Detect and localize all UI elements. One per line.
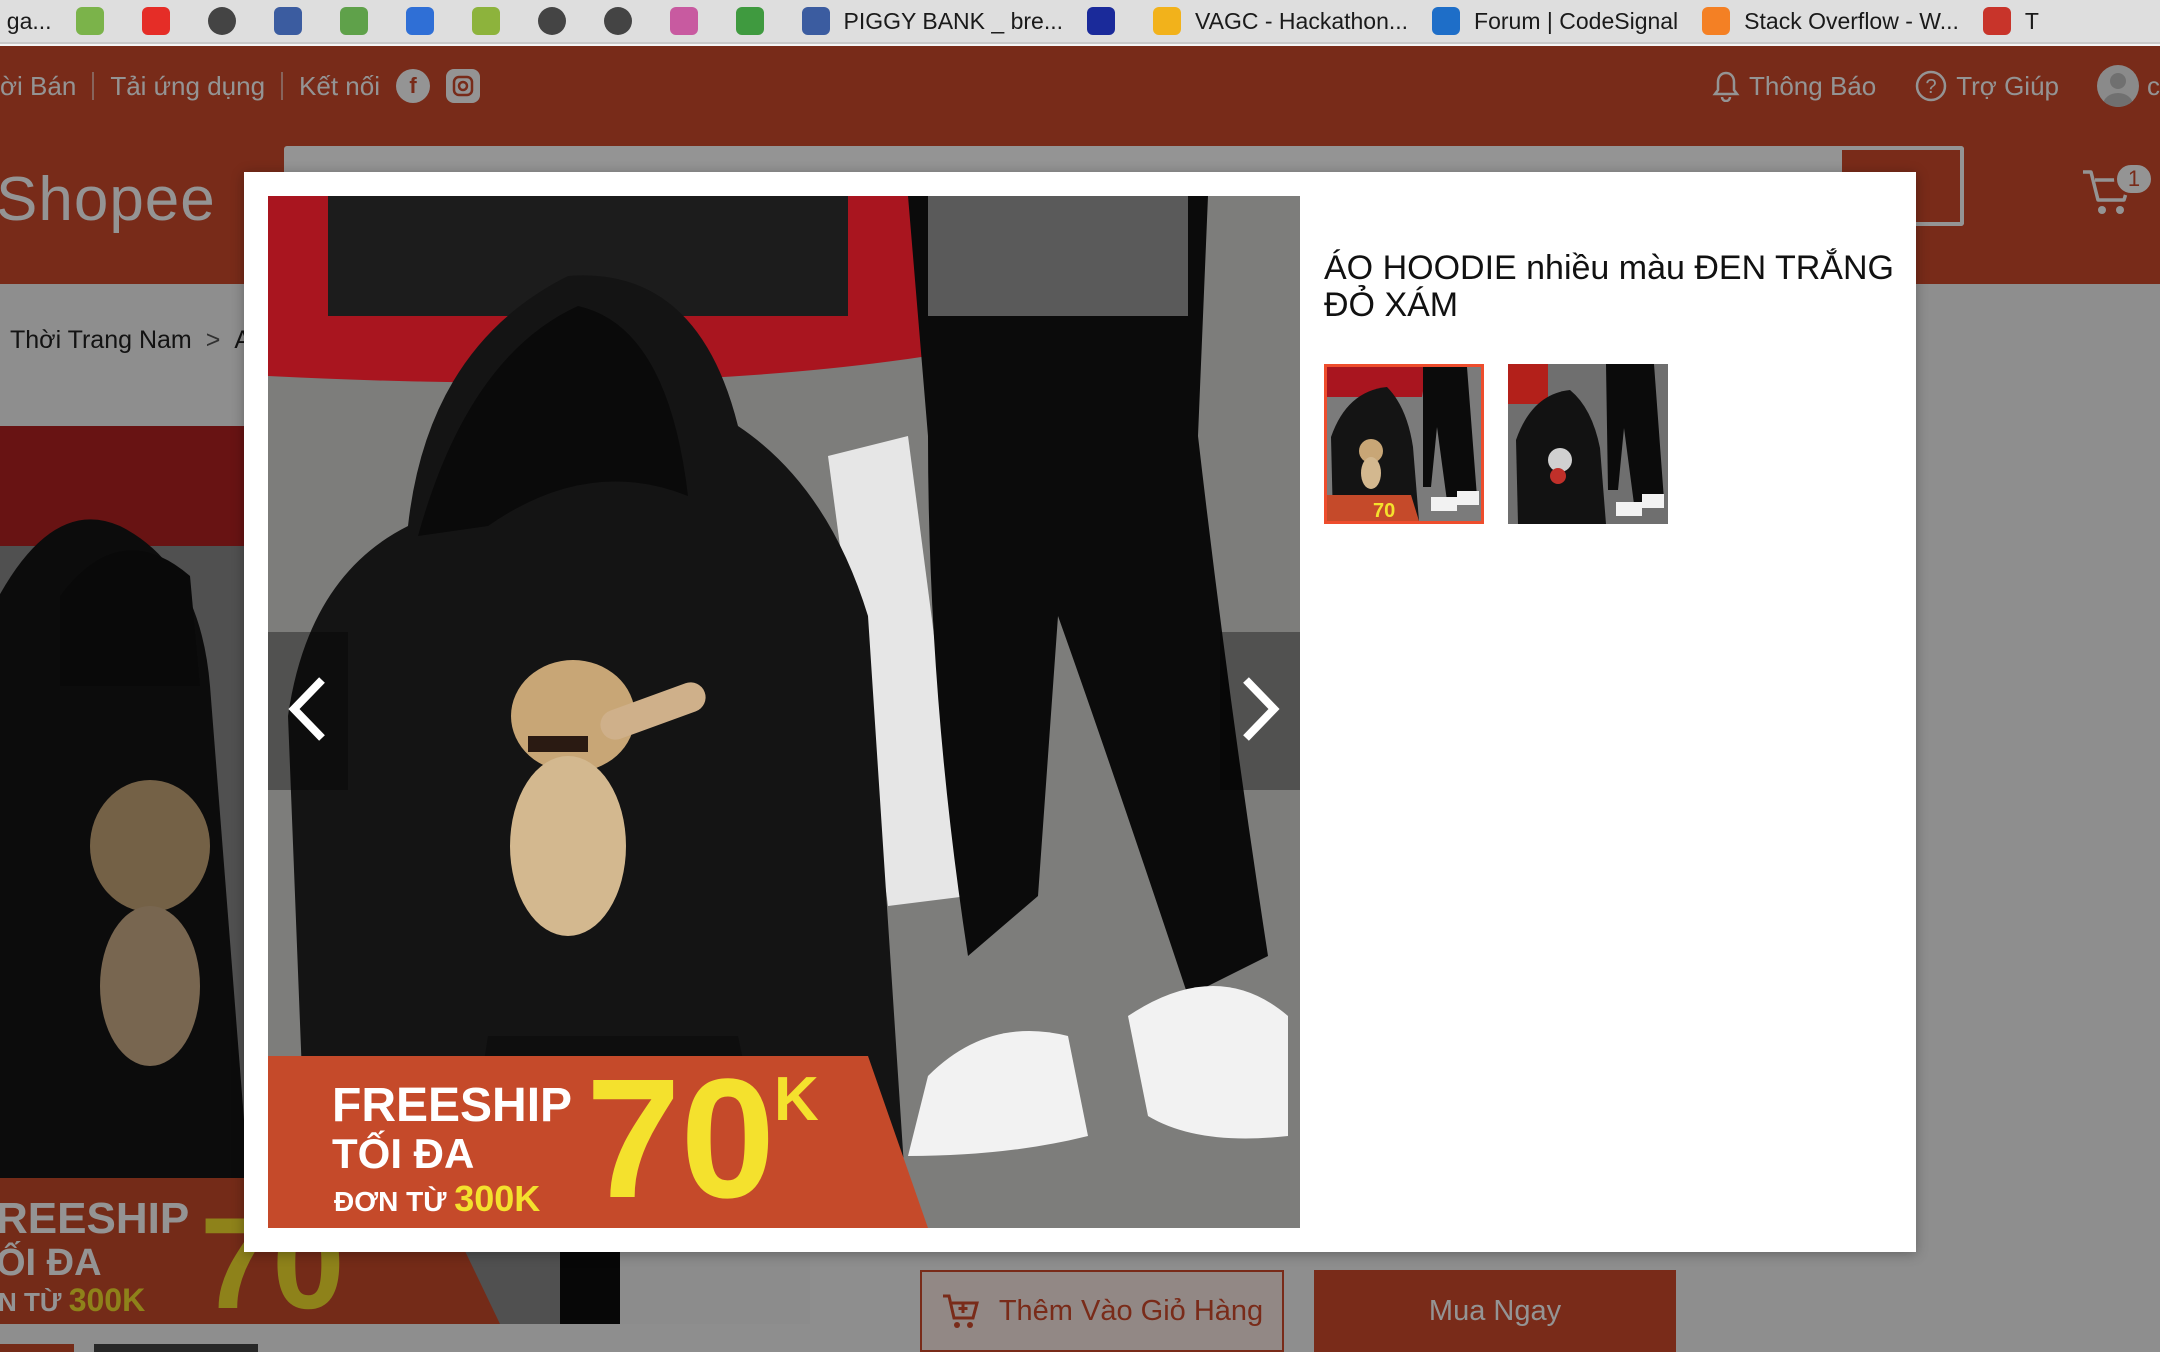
thumbnail-cat-hoodie[interactable]: [1508, 364, 1668, 524]
bookmark-item[interactable]: Forum | CodeSignal: [1432, 0, 1679, 42]
bookmark-item[interactable]: [1087, 0, 1129, 42]
chevron-left-icon: [286, 674, 330, 749]
bookmark-item[interactable]: PIGGY BANK _ bre...: [801, 0, 1063, 42]
bookmark-icon: [75, 7, 104, 35]
modal-main-image: FREESHIP TỐI ĐA ĐƠN TỪ 300K 70 K: [268, 196, 1300, 1228]
product-title: ÁO HOODIE nhiều màu ĐEN TRẮNG ĐỎ XÁM: [1324, 249, 1894, 324]
google-drive-icon: [1153, 7, 1181, 35]
bookmark-label: Stack Overflow - W...: [1744, 7, 1959, 34]
bookmark-icon: [471, 7, 500, 35]
promo-big-number: 70: [586, 1044, 776, 1228]
promo-line2: TỐI ĐA: [332, 1130, 475, 1177]
bookmark-item[interactable]: [537, 0, 580, 42]
bookmark-item[interactable]: [339, 0, 382, 42]
bookmark-item[interactable]: [75, 0, 118, 42]
bookmark-icon: [339, 7, 368, 35]
bookmark-label: T: [2024, 7, 2039, 34]
thumbnail-list: 70: [1324, 364, 1692, 524]
promo-line3-prefix: ĐƠN TỪ: [334, 1186, 447, 1217]
bookmark-item[interactable]: VAGC - Hackathon...: [1153, 0, 1409, 42]
promo-big-suffix: K: [774, 1065, 819, 1134]
svg-text:70: 70: [1373, 500, 1395, 521]
bookmark-label: PIGGY BANK _ bre...: [843, 7, 1063, 34]
chevron-right-icon: [1238, 674, 1282, 749]
bookmark-item[interactable]: T: [1982, 0, 2039, 42]
map-pin-icon: [735, 7, 764, 35]
promo-line3: ĐƠN TỪ 300K: [334, 1178, 540, 1220]
globe-icon: [207, 7, 236, 35]
bookmark-item[interactable]: [273, 0, 316, 42]
bookmark-icon: [1982, 7, 2011, 35]
bookmark-label: Forum | CodeSignal: [1474, 7, 1679, 34]
previous-image-button[interactable]: [268, 632, 348, 790]
bookmark-item[interactable]: [471, 0, 514, 42]
stackoverflow-icon: [1702, 7, 1731, 35]
bookmark-item[interactable]: [603, 0, 646, 42]
thumbnail-pug-hoodie[interactable]: 70: [1324, 364, 1484, 524]
globe-icon: [537, 7, 566, 35]
bookmark-item[interactable]: [405, 0, 448, 42]
facebook-icon: [801, 7, 830, 35]
lazada-icon: [1087, 7, 1115, 35]
bookmark-icon: [669, 7, 698, 35]
promo-amount: 300K: [454, 1178, 541, 1219]
bookmarks-bar: , ga... PIGGY BANK _ bre... VAGC - Hackath…: [0, 0, 2160, 44]
bookmark-item[interactable]: [735, 0, 778, 42]
bookmark-item[interactable]: [207, 0, 250, 42]
globe-icon: [603, 7, 632, 35]
facebook-icon: [273, 7, 302, 35]
next-image-button[interactable]: [1220, 632, 1300, 790]
bookmark-item[interactable]: Stack Overflow - W...: [1702, 0, 1959, 42]
youtube-icon: [141, 7, 170, 35]
bookmark-item[interactable]: [141, 0, 184, 42]
bookmark-icon: [405, 7, 434, 35]
bookmark-label: , ga...: [0, 7, 52, 34]
image-gallery-modal: FREESHIP TỐI ĐA ĐƠN TỪ 300K 70 K ÁO HOOD…: [244, 172, 1916, 1252]
bookmark-item[interactable]: [669, 0, 712, 42]
codesignal-icon: [1432, 7, 1461, 35]
promo-line1: FREESHIP: [332, 1079, 573, 1132]
bookmark-label: VAGC - Hackathon...: [1195, 7, 1409, 34]
bookmark-item[interactable]: , ga...: [0, 0, 52, 42]
